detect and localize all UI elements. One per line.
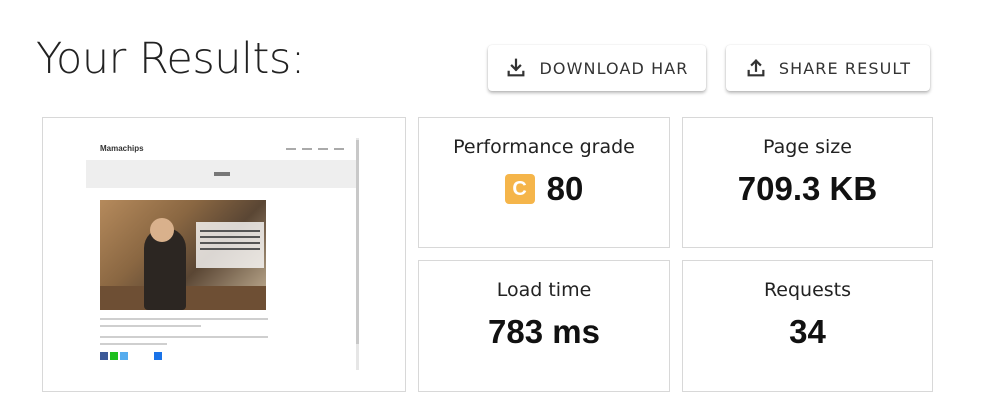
thumbnail-photo xyxy=(100,200,266,310)
download-icon xyxy=(505,57,527,79)
share-result-label: SHARE RESULT xyxy=(778,58,912,78)
share-result-button[interactable]: SHARE RESULT xyxy=(726,45,930,91)
thumbnail-text-lines xyxy=(100,318,268,332)
performance-score: 80 xyxy=(546,170,584,207)
page-title: Your Results: xyxy=(36,34,305,84)
requests-label: Requests xyxy=(763,279,852,301)
page-screenshot-thumbnail[interactable]: Mamachips xyxy=(86,138,358,372)
thumbnail-scrollbar[interactable] xyxy=(356,138,359,370)
load-time-label: Load time xyxy=(496,279,592,301)
grade-badge: C xyxy=(504,174,535,204)
thumbnail-site-name: Mamachips xyxy=(100,144,144,153)
thumbnail-banner xyxy=(86,160,358,188)
performance-grade-value: C 80 xyxy=(419,170,669,208)
download-har-label: DOWNLOAD HAR xyxy=(539,58,689,78)
thumbnail-header: Mamachips xyxy=(86,138,358,160)
load-time-value: 783 ms xyxy=(488,313,600,350)
load-time-card: Load time 783 ms xyxy=(418,260,670,392)
requests-card: Requests 34 xyxy=(682,260,933,392)
requests-value: 34 xyxy=(789,313,826,350)
page-size-label: Page size xyxy=(763,136,852,158)
page-size-value: 709.3 KB xyxy=(737,170,878,207)
download-har-button[interactable]: DOWNLOAD HAR xyxy=(488,45,706,91)
performance-grade-label: Performance grade xyxy=(453,136,635,158)
share-icon xyxy=(745,57,767,79)
thumbnail-text-lines-2 xyxy=(100,336,268,350)
thumbnail-nav xyxy=(286,148,344,150)
thumbnail-social-icons xyxy=(100,352,162,360)
performance-grade-card: Performance grade C 80 xyxy=(418,117,670,248)
page-size-card: Page size 709.3 KB xyxy=(682,117,933,248)
